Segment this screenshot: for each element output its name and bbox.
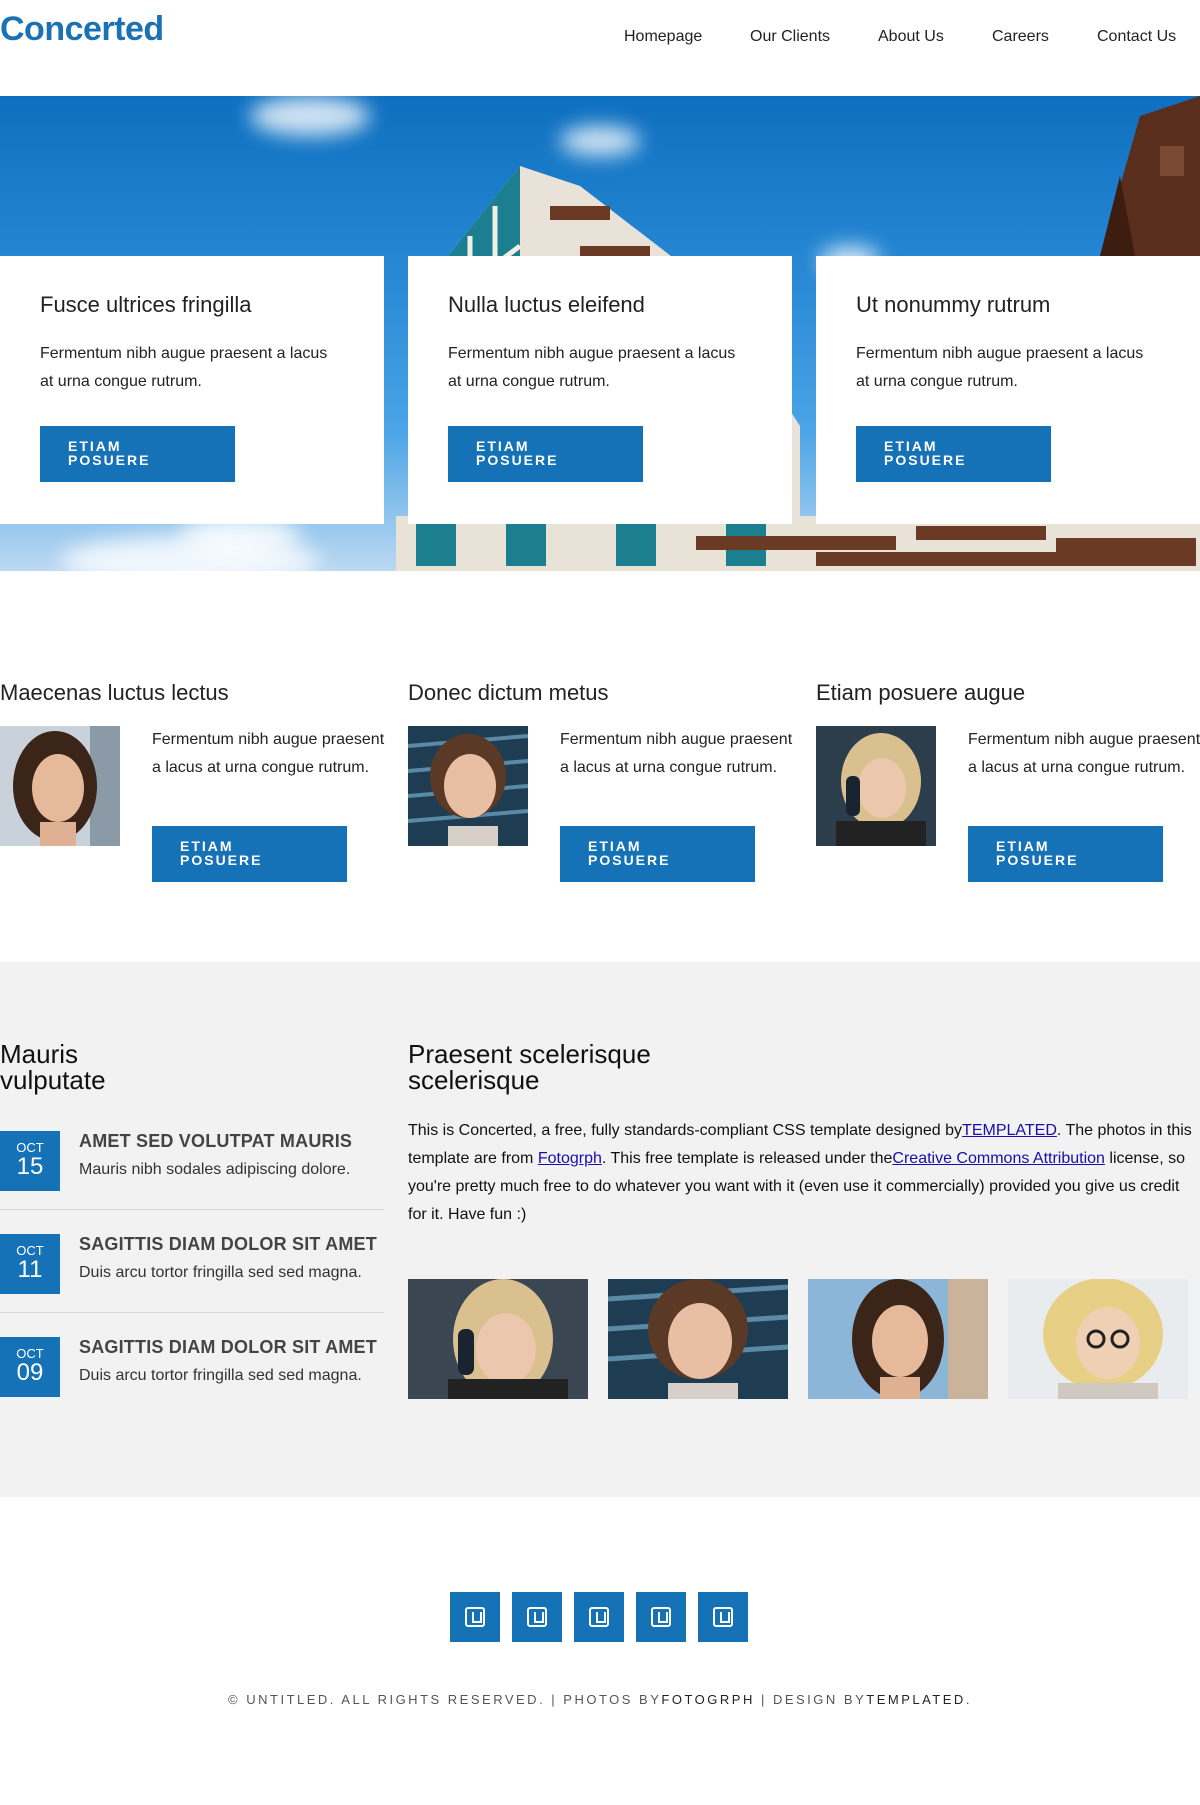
events-heading: Mauris vulputate: [0, 1041, 384, 1093]
events-title-line-1: Mauris: [0, 1039, 79, 1069]
date-badge: OCT 15: [0, 1131, 60, 1191]
tower-corner: [1100, 96, 1200, 256]
etiam-posuere-button[interactable]: ETIAM POSUERE: [968, 826, 1163, 882]
portrait-photo: [0, 726, 120, 846]
etiam-posuere-button[interactable]: ETIAM POSUERE: [560, 826, 755, 882]
event-title[interactable]: SAGITTIS DIAM DOLOR SIT AMET: [79, 1337, 377, 1358]
feature-1: Maecenas luctus lectus Fermentum nibh au…: [0, 680, 390, 910]
feature-title: Donec dictum metus: [408, 680, 609, 705]
social-icon-2[interactable]: [512, 1592, 562, 1642]
nav-careers[interactable]: Careers: [992, 28, 1049, 46]
event-text: Duis arcu tortor fringilla sed sed magna…: [79, 1264, 362, 1281]
date-day: 09: [16, 1359, 44, 1386]
gallery-thumb-2[interactable]: [608, 1279, 788, 1399]
nav-homepage[interactable]: Homepage: [624, 28, 702, 46]
feature-title: Etiam posuere augue: [816, 680, 1026, 705]
social-icon: [527, 1607, 547, 1627]
portrait-photo: [816, 726, 936, 846]
templated-link[interactable]: TEMPLATED: [962, 1122, 1057, 1139]
date-month: OCT: [16, 1140, 44, 1155]
feature-2: Donec dictum metus Fermentum nibh augue …: [408, 680, 798, 910]
feature-title: Maecenas luctus lectus: [0, 680, 229, 705]
divider: [0, 1312, 384, 1313]
social-icon-4[interactable]: [636, 1592, 686, 1642]
hero-card-3: Ut nonummy rutrum Fermentum nibh augue p…: [816, 256, 1200, 524]
social-icon: [713, 1607, 733, 1627]
social-icon-1[interactable]: [450, 1592, 500, 1642]
date-day: 15: [16, 1153, 44, 1180]
hero-card-title: Nulla luctus eleifend: [448, 292, 645, 317]
gallery-thumb-3[interactable]: [808, 1279, 988, 1399]
date-month: OCT: [16, 1243, 44, 1258]
hero-banner: Fusce ultrices fringilla Fermentum nibh …: [0, 96, 1200, 571]
nav-contact-us[interactable]: Contact Us: [1097, 28, 1176, 46]
social-icon: [589, 1607, 609, 1627]
gallery-thumb-4[interactable]: [1008, 1279, 1188, 1399]
copyright-text: | DESIGN BY: [754, 1692, 867, 1707]
hero-card-1: Fusce ultrices fringilla Fermentum nibh …: [0, 256, 384, 524]
event-item[interactable]: OCT 11 SAGITTIS DIAM DOLOR SIT AMET Duis…: [0, 1234, 384, 1337]
templated-credit-link[interactable]: TEMPLATED: [866, 1692, 966, 1707]
main-nav: Homepage Our Clients About Us Careers Co…: [0, 28, 1200, 52]
nav-our-clients[interactable]: Our Clients: [750, 28, 830, 46]
date-month: OCT: [16, 1346, 44, 1361]
date-day: 11: [17, 1256, 43, 1283]
copyright-text: © UNTITLED. ALL RIGHTS RESERVED. | PHOTO…: [228, 1692, 662, 1707]
copyright: © UNTITLED. ALL RIGHTS RESERVED. | PHOTO…: [0, 1692, 1200, 1707]
nav-about-us[interactable]: About Us: [878, 28, 944, 46]
events-title-line-2: vulputate: [0, 1065, 106, 1095]
etiam-posuere-button[interactable]: ETIAM POSUERE: [40, 426, 235, 482]
feature-text: Fermentum nibh augue praesent a lacus at…: [152, 731, 385, 776]
about-heading: Praesent scelerisque scelerisque: [408, 1041, 1200, 1093]
copyright-text: .: [965, 1692, 972, 1707]
fotogrph-link[interactable]: Fotogrph: [538, 1150, 602, 1167]
hero-card-title: Ut nonummy rutrum: [856, 292, 1051, 317]
feature-3: Etiam posuere augue Fermentum nibh augue…: [816, 680, 1200, 910]
hero-card-text: Fermentum nibh augue praesent a lacus at…: [40, 345, 328, 390]
event-item[interactable]: OCT 15 AMET SED VOLUTPAT MAURIS Mauris n…: [0, 1131, 384, 1234]
hero-card-text: Fermentum nibh augue praesent a lacus at…: [856, 345, 1144, 390]
feature-text: Fermentum nibh augue praesent a lacus at…: [560, 731, 793, 776]
divider: [0, 1209, 384, 1210]
event-title[interactable]: AMET SED VOLUTPAT MAURIS: [79, 1131, 352, 1152]
social-icon: [651, 1607, 671, 1627]
feature-text: Fermentum nibh augue praesent a lacus at…: [968, 731, 1200, 776]
date-badge: OCT 09: [0, 1337, 60, 1397]
creative-commons-link[interactable]: Creative Commons Attribution: [892, 1150, 1105, 1167]
event-text: Duis arcu tortor fringilla sed sed magna…: [79, 1367, 362, 1384]
social-icon: [465, 1607, 485, 1627]
etiam-posuere-button[interactable]: ETIAM POSUERE: [856, 426, 1051, 482]
event-item[interactable]: OCT 09 SAGITTIS DIAM DOLOR SIT AMET Duis…: [0, 1337, 384, 1440]
about-title-line-1: Praesent scelerisque: [408, 1039, 651, 1069]
social-icon-5[interactable]: [698, 1592, 748, 1642]
fotogrph-credit-link[interactable]: FOTOGRPH: [661, 1692, 754, 1707]
etiam-posuere-button[interactable]: ETIAM POSUERE: [448, 426, 643, 482]
social-icon-3[interactable]: [574, 1592, 624, 1642]
hero-card-text: Fermentum nibh augue praesent a lacus at…: [448, 345, 736, 390]
date-badge: OCT 11: [0, 1234, 60, 1294]
cloud: [250, 96, 370, 136]
portrait-photo: [408, 726, 528, 846]
hero-card-2: Nulla luctus eleifend Fermentum nibh aug…: [408, 256, 792, 524]
hero-card-title: Fusce ultrices fringilla: [40, 292, 252, 317]
about-text-part: . This free template is released under t…: [601, 1150, 893, 1167]
gallery-thumb-1[interactable]: [408, 1279, 588, 1399]
building-balconies: [396, 516, 1200, 571]
about-text-part: This is Concerted, a free, fully standar…: [408, 1122, 963, 1139]
event-text: Mauris nibh sodales adipiscing dolore.: [79, 1161, 351, 1178]
event-title[interactable]: SAGITTIS DIAM DOLOR SIT AMET: [79, 1234, 377, 1255]
about-title-line-2: scelerisque: [408, 1065, 540, 1095]
about-text: This is Concerted, a free, fully standar…: [408, 1117, 1200, 1229]
etiam-posuere-button[interactable]: ETIAM POSUERE: [152, 826, 347, 882]
